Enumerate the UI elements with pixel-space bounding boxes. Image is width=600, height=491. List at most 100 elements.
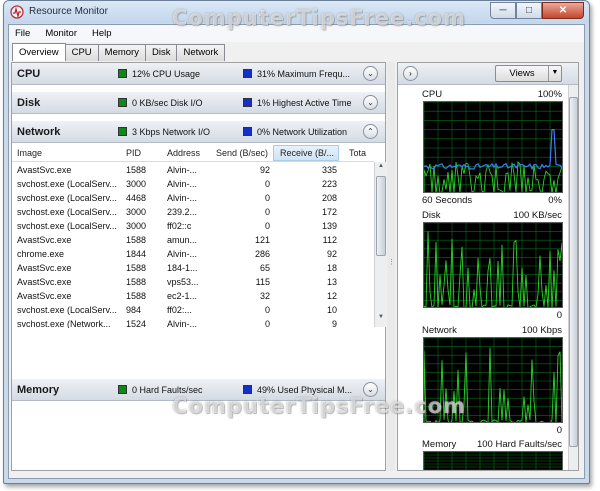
scroll-up-icon[interactable]: ▲ [376, 163, 386, 175]
client-area: File Monitor Help Overview CPU Memory Di… [8, 24, 585, 479]
graphs-scrollbar[interactable] [568, 85, 578, 470]
memory-expand-button[interactable]: ⌄ [363, 382, 378, 397]
column-image[interactable]: Image [17, 148, 42, 158]
menu-file[interactable]: File [13, 27, 32, 40]
cpu-usage-text: 12% CPU Usage [132, 69, 201, 79]
menu-bar: File Monitor Help [9, 25, 584, 42]
column-total[interactable]: Tota [349, 148, 366, 158]
table-row[interactable]: svchost.exe (LocalServ... 3000 239.2... 0 17… [12, 205, 374, 219]
column-pid[interactable]: PID [126, 148, 141, 158]
table-cell: Alvin-... [167, 249, 198, 259]
memory-section-header[interactable]: Memory 0 Hard Faults/sec 49% Used Physic… [12, 379, 385, 401]
table-cell: 3000 [126, 221, 147, 231]
table-cell: 286 [254, 249, 270, 259]
memory-graph [423, 451, 563, 470]
table-cell: 1588 [126, 235, 147, 245]
disk-section-header[interactable]: Disk 0 KB/sec Disk I/O 1% Highest Active… [12, 92, 385, 114]
table-cell: 112 [322, 235, 337, 245]
table-cell: chrome.exe [17, 249, 65, 259]
network-io-indicator [118, 127, 127, 136]
network-utilization-indicator [243, 127, 252, 136]
table-row[interactable]: svchost.exe (LocalServ... 984 ff02:... 0 10 [12, 303, 374, 317]
tab-overview[interactable]: Overview [12, 43, 66, 61]
tab-disk[interactable]: Disk [144, 44, 178, 61]
scrollbar-thumb[interactable] [376, 176, 386, 256]
panel-splitter[interactable]: ⋮ [387, 62, 395, 471]
disk-graph-max: 100 KB/sec [513, 210, 562, 221]
table-cell: 13 [326, 277, 337, 287]
memory-graph-label: Memory [422, 439, 457, 450]
cpu-expand-button[interactable]: ⌄ [363, 66, 378, 81]
table-cell: 208 [321, 193, 337, 203]
column-address[interactable]: Address [167, 148, 200, 158]
table-row[interactable]: AvastSvc.exe 1588 vps53... 115 13 [12, 275, 374, 289]
window-title: Resource Monitor [29, 6, 108, 17]
table-cell: ff02::c [167, 221, 192, 231]
table-cell: 32 [259, 291, 270, 301]
table-row[interactable]: AvastSvc.exe 1588 184-1... 65 18 [12, 261, 374, 275]
table-cell: 1588 [126, 277, 147, 287]
network-graph [423, 337, 563, 423]
chevron-right-icon[interactable]: › [403, 66, 418, 81]
table-row[interactable]: svchost.exe (LocalServ... 4468 Alvin-... 0 2… [12, 191, 374, 205]
scroll-down-icon[interactable]: ▼ [376, 314, 386, 326]
title-bar[interactable]: Resource Monitor ─ □ ✕ [4, 1, 589, 23]
table-cell: 0 [264, 207, 270, 217]
close-button[interactable]: ✕ [542, 2, 584, 19]
network-section-header[interactable]: Network 3 Kbps Network I/O 0% Network Ut… [12, 121, 385, 143]
menu-help[interactable]: Help [90, 27, 114, 40]
table-cell: 223 [321, 179, 337, 189]
table-row[interactable]: svchost.exe (Network... 1524 Alvin-... 0 9 [12, 317, 374, 328]
close-icon: ✕ [558, 5, 568, 16]
memory-section-title: Memory [17, 384, 60, 396]
views-dropdown[interactable]: Views ▼ [495, 65, 562, 82]
table-row[interactable]: AvastSvc.exe 1588 Alvin-... 92 335 [12, 163, 374, 177]
disk-io-text: 0 KB/sec Disk I/O [132, 98, 203, 108]
menu-monitor[interactable]: Monitor [43, 27, 79, 40]
cpu-graph [423, 101, 563, 193]
grip-icon: ⋮ [388, 259, 395, 266]
column-send[interactable]: Send (B/sec) [216, 148, 268, 158]
table-cell: svchost.exe (LocalServ... [17, 221, 117, 231]
tab-network[interactable]: Network [176, 44, 226, 61]
minimize-icon: ─ [499, 5, 507, 16]
table-row[interactable]: AvastSvc.exe 1588 amun... 121 112 [12, 233, 374, 247]
graphs-scrollbar-thumb[interactable] [569, 97, 578, 447]
maximize-button[interactable]: □ [516, 2, 542, 19]
table-row[interactable]: chrome.exe 1844 Alvin-... 286 92 [12, 247, 374, 261]
tab-cpu[interactable]: CPU [64, 44, 99, 61]
cpu-frequency-text: 31% Maximum Frequ... [257, 69, 351, 79]
table-row[interactable]: svchost.exe (LocalServ... 3000 Alvin-... 0 2… [12, 177, 374, 191]
physical-memory-text: 49% Used Physical M... [257, 385, 353, 395]
table-cell: 3000 [126, 179, 147, 189]
network-graph-max: 100 Kbps [521, 325, 562, 336]
table-cell: Alvin-... [167, 165, 198, 175]
column-receive[interactable]: Receive (B/... [273, 145, 339, 161]
network-table-scrollbar[interactable]: ▲ ▼ [374, 162, 386, 327]
tab-strip: Overview CPU Memory Disk Network [12, 43, 226, 61]
chevron-down-icon: ⌄ [367, 69, 374, 78]
cpu-graph-min: 0% [548, 195, 562, 206]
table-row[interactable]: AvastSvc.exe 1588 ec2-1... 32 12 [12, 289, 374, 303]
table-cell: svchost.exe (LocalServ... [17, 207, 117, 217]
table-cell: vps53... [167, 277, 199, 287]
cpu-section-header[interactable]: CPU 12% CPU Usage 31% Maximum Frequ... ⌄ [12, 63, 385, 85]
tab-memory[interactable]: Memory [97, 44, 146, 61]
table-cell: 4468 [126, 193, 147, 203]
maximize-icon: □ [525, 5, 533, 16]
network-collapse-button[interactable]: ⌃ [363, 124, 378, 139]
minimize-button[interactable]: ─ [490, 2, 516, 19]
table-cell: 984 [126, 305, 142, 315]
disk-active-text: 1% Highest Active Time [257, 98, 352, 108]
disk-io-indicator [118, 98, 127, 107]
table-cell: AvastSvc.exe [17, 291, 72, 301]
disk-expand-button[interactable]: ⌄ [363, 95, 378, 110]
network-section-title: Network [17, 126, 61, 138]
network-table: Image PID Address Send (B/sec) Receive (… [12, 145, 374, 328]
disk-graph [423, 222, 563, 308]
table-cell: 115 [255, 277, 270, 287]
table-cell: svchost.exe (LocalServ... [17, 179, 117, 189]
disk-activity-trace [424, 231, 562, 307]
cpu-graph-timespan: 60 Seconds [422, 195, 473, 206]
table-row[interactable]: svchost.exe (LocalServ... 3000 ff02::c 0 139 [12, 219, 374, 233]
